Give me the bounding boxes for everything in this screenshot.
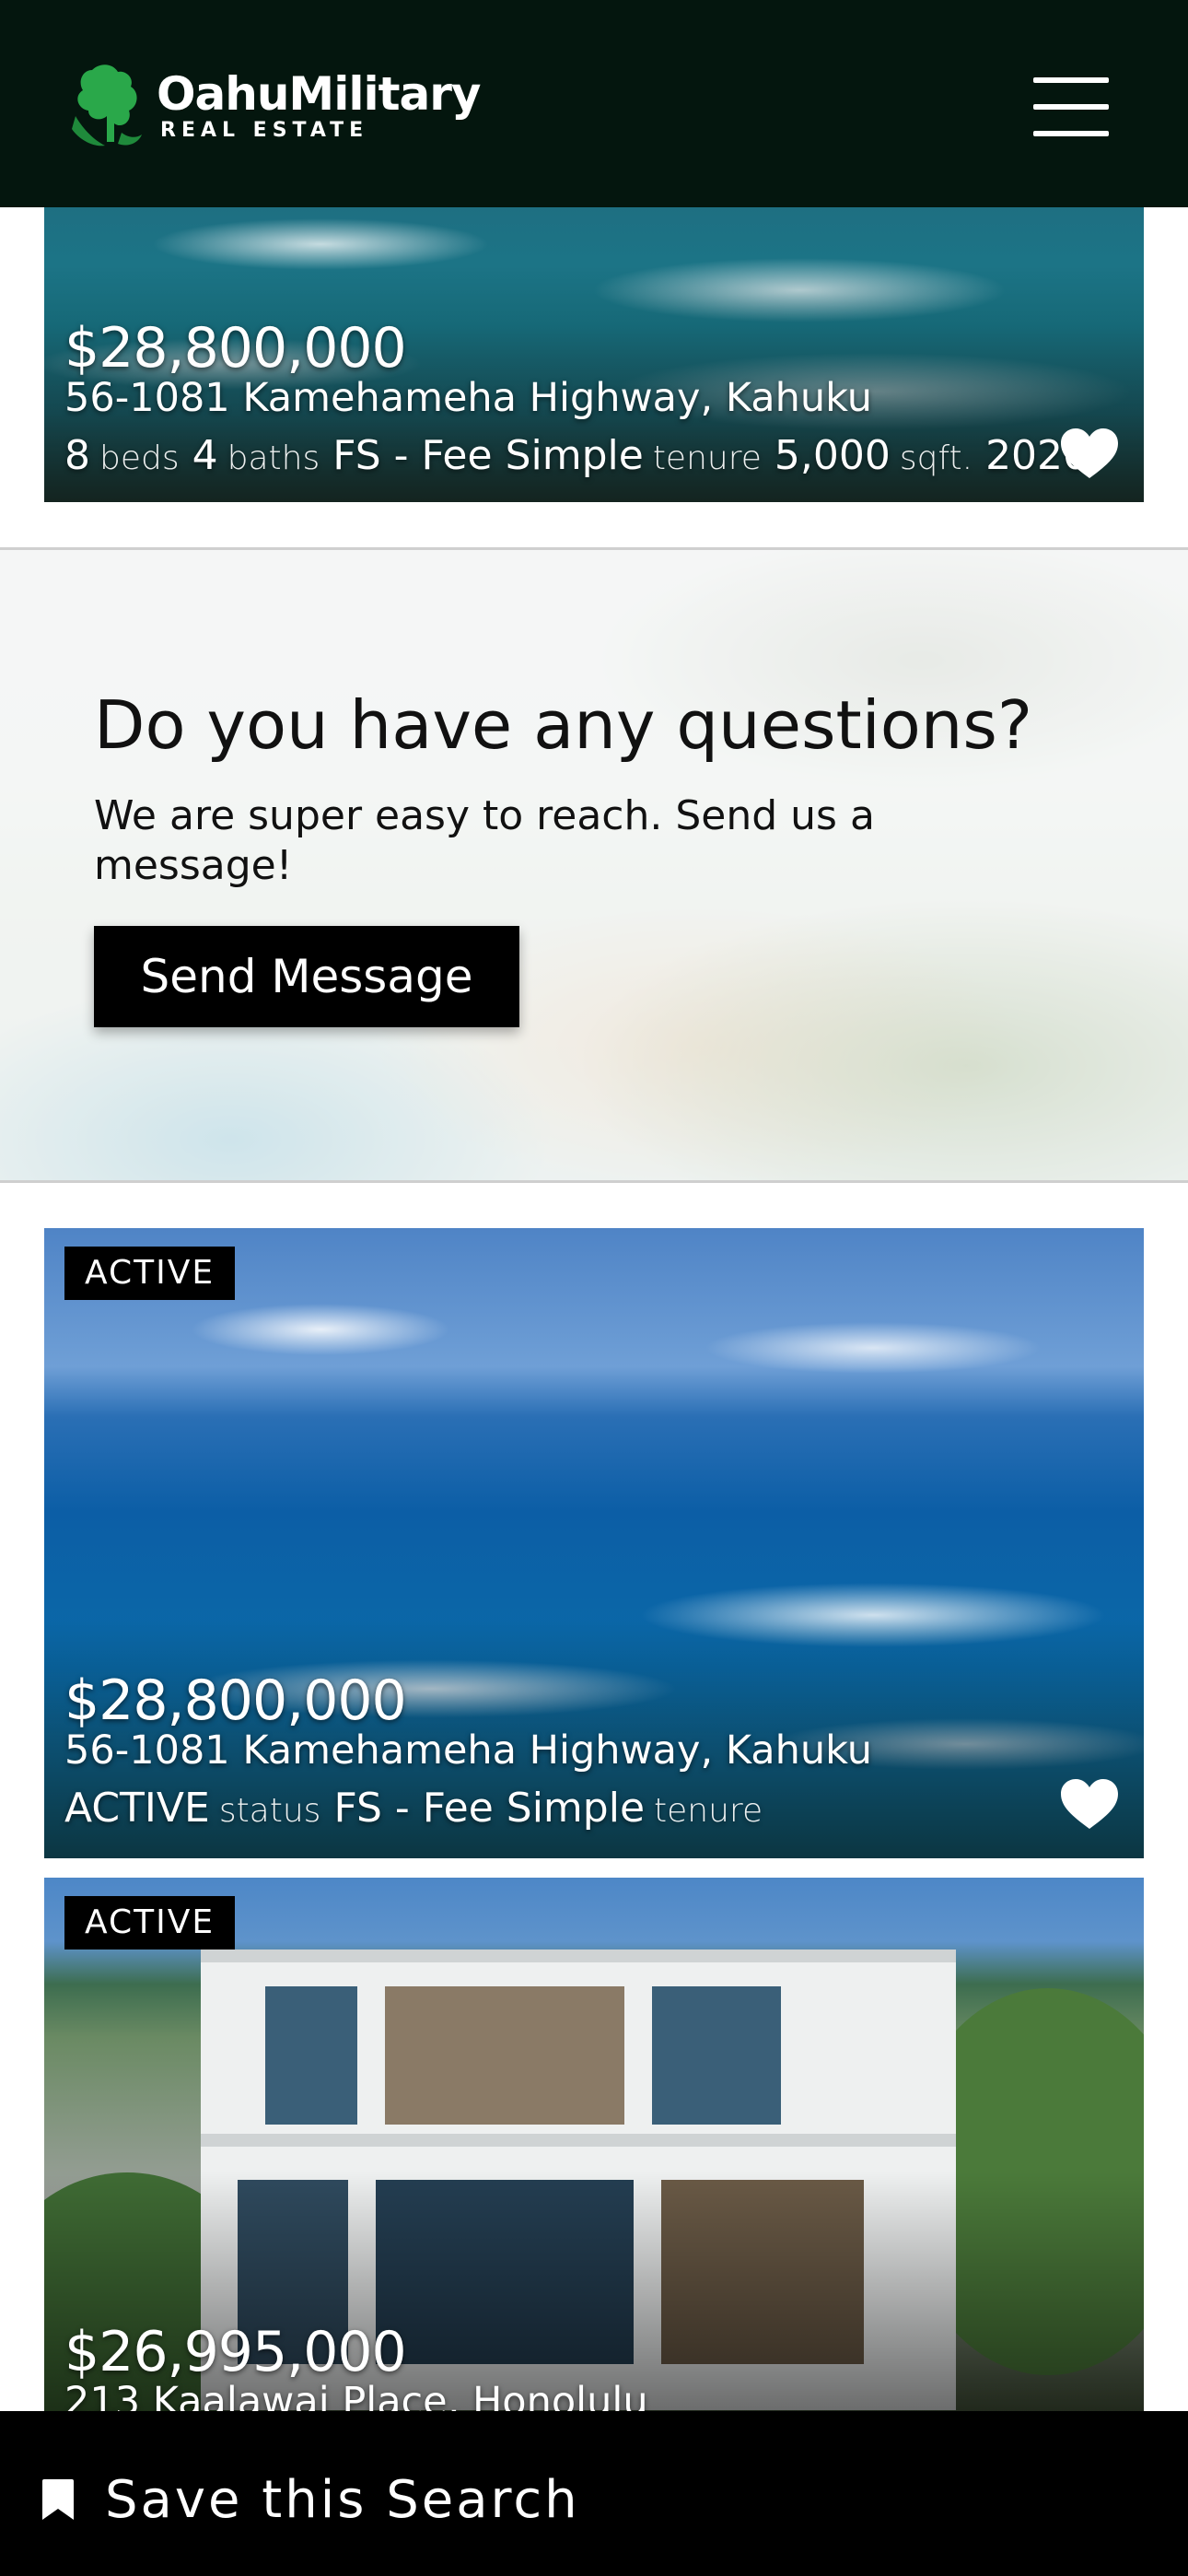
site-logo[interactable]: OahuMilitary REAL ESTATE xyxy=(64,61,482,151)
sqft-value: 5,000 xyxy=(774,432,891,479)
logo-name: OahuMilitary xyxy=(157,67,482,121)
listing-card[interactable]: ACTIVE $28,800,000 56-1081 Kamehameha Hi… xyxy=(44,1228,1144,1858)
save-search-label: Save this Search xyxy=(105,2470,580,2530)
sqft-unit: sqft. xyxy=(899,439,973,477)
listing-address: 56-1081 Kamehameha Highway, Kahuku xyxy=(64,375,872,421)
send-message-button[interactable]: Send Message xyxy=(94,926,519,1027)
hamburger-menu-icon[interactable] xyxy=(1033,77,1109,136)
status-value: ACTIVE xyxy=(64,1785,210,1832)
listing-card[interactable]: $28,800,000 56-1081 Kamehameha Highway, … xyxy=(44,207,1144,502)
heart-icon[interactable] xyxy=(1059,1777,1120,1831)
listing-specs: 8 beds 4 baths FS - Fee Simple tenure 5,000 sqf… xyxy=(64,432,1089,479)
listing-price: $26,995,000 xyxy=(64,2320,407,2384)
logo-subtitle: REAL ESTATE xyxy=(160,119,369,142)
status-badge: ACTIVE xyxy=(64,1247,236,1300)
heart-icon[interactable] xyxy=(1059,427,1120,480)
baths-unit: baths xyxy=(227,439,320,477)
house-window xyxy=(385,1986,624,2125)
contact-section: Do you have any questions? We are super … xyxy=(0,547,1188,1183)
beds-unit: beds xyxy=(99,439,180,477)
listing-specs: ACTIVE status FS - Fee Simple tenure xyxy=(64,1785,775,1832)
tenure-unit: tenure xyxy=(652,439,762,477)
tenure-unit: tenure xyxy=(654,1792,763,1830)
listing-price: $28,800,000 xyxy=(64,1669,407,1733)
tenure-value: FS - Fee Simple xyxy=(332,432,644,479)
site-header: OahuMilitary REAL ESTATE xyxy=(0,0,1188,207)
logo-mark-icon xyxy=(72,64,142,146)
listing-address: 56-1081 Kamehameha Highway, Kahuku xyxy=(64,1727,872,1774)
house-window xyxy=(652,1986,781,2125)
listing-address: 213 Kaalawai Place, Honolulu xyxy=(64,2379,648,2411)
listing-price: $28,800,000 xyxy=(64,316,407,381)
baths-value: 4 xyxy=(192,432,218,479)
bookmark-icon xyxy=(42,2479,74,2520)
house-band xyxy=(201,2134,956,2147)
contact-subtitle: We are super easy to reach. Send us a me… xyxy=(94,792,875,889)
house-band xyxy=(201,1950,956,1962)
beds-value: 8 xyxy=(64,432,90,479)
listing-card[interactable]: ACTIVE $26,995,000 213 Kaalawai Place, H… xyxy=(44,1878,1144,2411)
house-window xyxy=(265,1986,357,2125)
save-search-button[interactable]: Save this Search xyxy=(0,2411,1188,2576)
status-unit: status xyxy=(218,1792,321,1830)
contact-title: Do you have any questions? xyxy=(94,686,1033,764)
status-badge: ACTIVE xyxy=(64,1896,236,1950)
tenure-value: FS - Fee Simple xyxy=(333,1785,646,1832)
